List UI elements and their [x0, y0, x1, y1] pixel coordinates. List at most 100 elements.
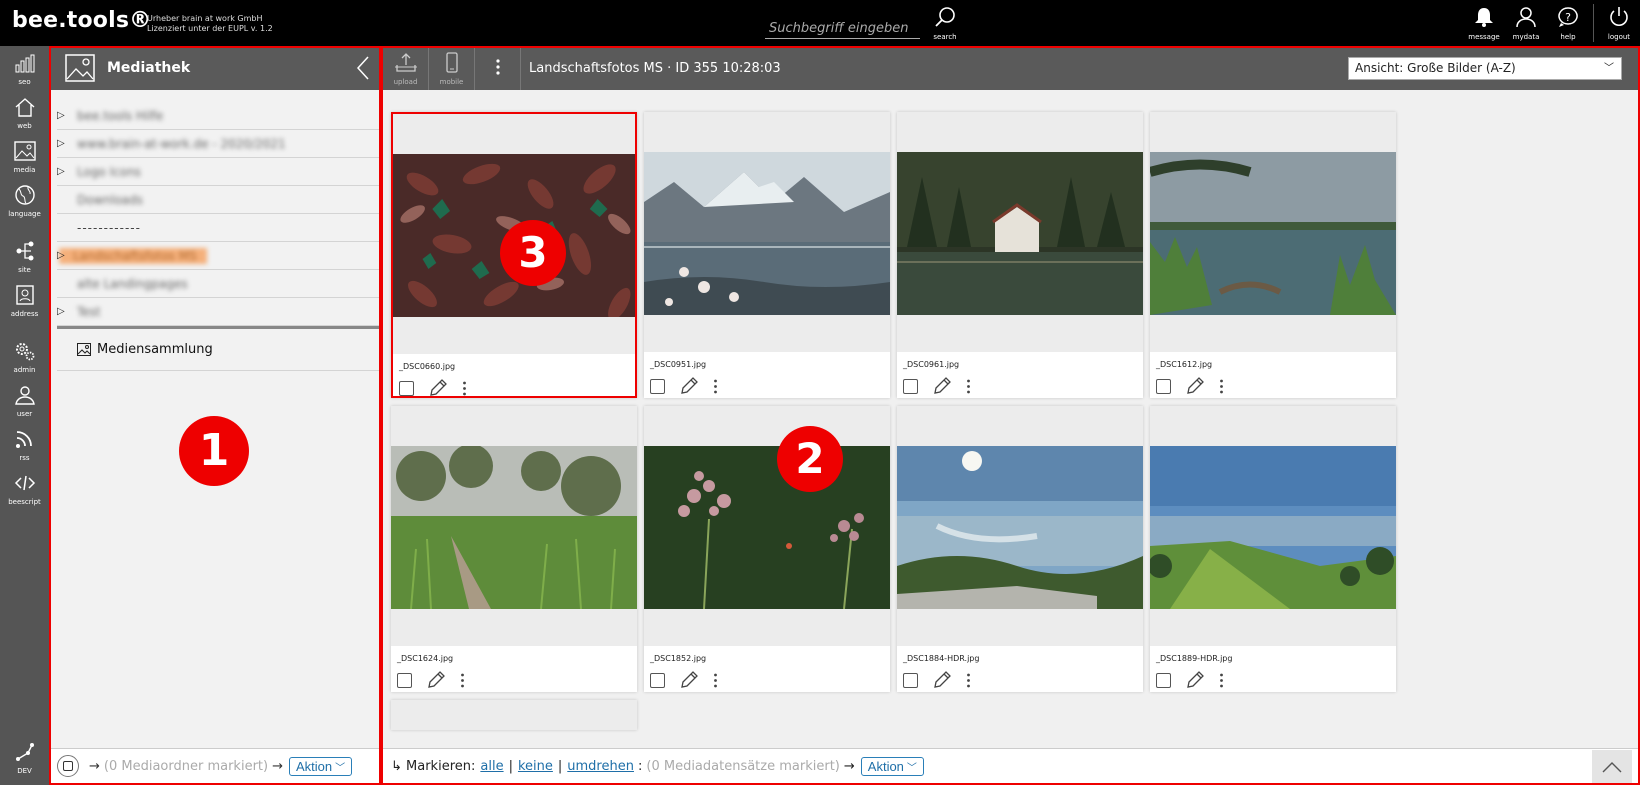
- folder-tree: ▷ bee.tools Hilfe ▷ www.brain-at-work.de…: [51, 102, 379, 371]
- select-checkbox[interactable]: [903, 672, 918, 688]
- folder-label[interactable]: Downloads: [77, 193, 143, 207]
- expand-icon[interactable]: ▷: [57, 138, 73, 149]
- folder-item[interactable]: ------------: [57, 214, 379, 242]
- thumbnail-image[interactable]: [644, 152, 890, 315]
- folder-item[interactable]: ▷ www.brain-at-work.de - 2020/2021: [57, 130, 379, 158]
- thumbnail-image[interactable]: [391, 446, 637, 609]
- mydata-button[interactable]: mydata: [1505, 0, 1547, 46]
- more-vertical-icon[interactable]: [713, 673, 718, 688]
- more-vertical-icon[interactable]: [1219, 673, 1224, 688]
- scroll-top-button[interactable]: [1592, 750, 1632, 783]
- expand-icon[interactable]: ▷: [57, 250, 73, 261]
- media-card[interactable]: _DSC1852.jpg: [644, 406, 890, 692]
- nav-item-beescript[interactable]: beescript: [0, 466, 49, 510]
- folder-label[interactable]: bee.tools Hilfe: [77, 109, 163, 123]
- expand-icon[interactable]: ▷: [57, 306, 73, 317]
- folder-item[interactable]: ▷ Logo Icons: [57, 158, 379, 186]
- media-card[interactable]: _DSC1612.jpg: [1150, 112, 1396, 398]
- nav-item-rss[interactable]: rss: [0, 422, 49, 466]
- nav-item-language[interactable]: language: [0, 178, 49, 222]
- folder-label[interactable]: Landschaftsfotos MS: [59, 247, 207, 264]
- upload-button[interactable]: upload: [383, 48, 429, 90]
- nav-item-web[interactable]: web: [0, 90, 49, 134]
- folder-label[interactable]: Test: [77, 305, 101, 319]
- search-button[interactable]: search: [927, 6, 963, 44]
- more-vertical-icon[interactable]: [966, 379, 971, 394]
- pencil-icon[interactable]: [1185, 670, 1205, 690]
- nav-item-address[interactable]: address: [0, 278, 49, 322]
- more-vertical-icon[interactable]: [460, 673, 465, 688]
- select-checkbox[interactable]: [397, 672, 412, 688]
- select-all-folders-checkbox[interactable]: [57, 755, 79, 777]
- sitemap-icon: [16, 241, 33, 261]
- expand-icon[interactable]: ▷: [57, 110, 73, 121]
- nav-item-dev[interactable]: DEV: [0, 735, 49, 779]
- app-logo[interactable]: bee.tools®: [12, 8, 151, 33]
- pencil-icon[interactable]: [426, 670, 446, 690]
- thumbnail-image[interactable]: [897, 152, 1143, 315]
- folder-item[interactable]: alte Landingpages: [57, 270, 379, 298]
- help-button[interactable]: ? help: [1547, 0, 1589, 46]
- more-vertical-icon[interactable]: [1219, 379, 1224, 394]
- media-card[interactable]: _DSC1624.jpg: [391, 406, 637, 692]
- view-select[interactable]: Ansicht: Große Bilder (A-Z) ﹀: [1348, 57, 1622, 80]
- logout-button[interactable]: logout: [1598, 0, 1640, 46]
- mark-invert-link[interactable]: umdrehen: [567, 759, 634, 774]
- media-collection-item[interactable]: Mediensammlung: [57, 329, 379, 371]
- mark-none-link[interactable]: keine: [518, 759, 553, 774]
- nav-label: site: [18, 266, 31, 274]
- collapse-icon[interactable]: [355, 55, 371, 81]
- pencil-icon[interactable]: [932, 376, 952, 396]
- more-vertical-icon[interactable]: [713, 379, 718, 394]
- more-vertical-icon[interactable]: [966, 673, 971, 688]
- folder-action-button[interactable]: Aktion ﹀: [289, 756, 353, 776]
- more-vertical-icon[interactable]: [462, 381, 467, 396]
- select-checkbox[interactable]: [650, 378, 665, 394]
- thumbnail-image[interactable]: [897, 446, 1143, 609]
- nav-item-admin[interactable]: admin: [0, 334, 49, 378]
- pencil-icon[interactable]: [679, 670, 699, 690]
- pencil-icon[interactable]: [1185, 376, 1205, 396]
- select-checkbox[interactable]: [1156, 378, 1171, 394]
- folder-item[interactable]: ▷ Test: [57, 298, 379, 326]
- search-input[interactable]: [765, 18, 920, 39]
- folder-label[interactable]: ------------: [77, 221, 141, 235]
- pencil-icon[interactable]: [679, 376, 699, 396]
- media-card-partial[interactable]: [391, 700, 637, 730]
- media-action-button[interactable]: Aktion ﹀: [860, 756, 924, 776]
- media-collection-label: Mediensammlung: [97, 342, 213, 357]
- folder-label[interactable]: alte Landingpages: [77, 277, 188, 291]
- pencil-icon[interactable]: [428, 378, 448, 398]
- select-checkbox[interactable]: [903, 378, 918, 394]
- mobile-button[interactable]: mobile: [429, 48, 475, 90]
- folder-label[interactable]: www.brain-at-work.de - 2020/2021: [77, 137, 286, 151]
- thumb-area: [1150, 112, 1396, 352]
- thumb-area: [897, 112, 1143, 352]
- folder-item[interactable]: ▷ bee.tools Hilfe: [57, 102, 379, 130]
- nav-item-site[interactable]: site: [0, 234, 49, 278]
- select-checkbox[interactable]: [1156, 672, 1171, 688]
- select-checkbox[interactable]: [650, 672, 665, 688]
- media-card[interactable]: _DSC1889-HDR.jpg: [1150, 406, 1396, 692]
- nav-item-seo[interactable]: seo: [0, 46, 49, 90]
- thumbnail-image[interactable]: [644, 446, 890, 609]
- media-card[interactable]: _DSC1884-HDR.jpg: [897, 406, 1143, 692]
- card-actions: [397, 670, 465, 690]
- select-checkbox[interactable]: [399, 380, 414, 396]
- thumbnail-image[interactable]: [1150, 152, 1396, 315]
- nav-item-media[interactable]: media: [0, 134, 49, 178]
- folder-item[interactable]: Downloads: [57, 186, 379, 214]
- more-options-button[interactable]: [475, 48, 521, 90]
- annotation-marker-1: 1: [179, 416, 249, 486]
- thumbnail-image[interactable]: [1150, 446, 1396, 609]
- media-card[interactable]: _DSC0951.jpg: [644, 112, 890, 398]
- pencil-icon[interactable]: [932, 670, 952, 690]
- folder-item-active[interactable]: ▷ Landschaftsfotos MS: [57, 242, 379, 270]
- main-nav: seo web media language site address admi…: [0, 46, 49, 785]
- message-button[interactable]: message: [1463, 0, 1505, 46]
- nav-item-user[interactable]: user: [0, 378, 49, 422]
- media-card[interactable]: _DSC0961.jpg: [897, 112, 1143, 398]
- mark-all-link[interactable]: alle: [480, 759, 503, 774]
- folder-label[interactable]: Logo Icons: [77, 165, 141, 179]
- expand-icon[interactable]: ▷: [57, 166, 73, 177]
